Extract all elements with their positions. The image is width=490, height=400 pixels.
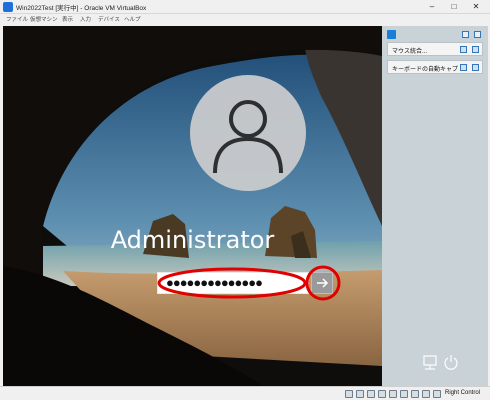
menu-input[interactable]: 入力 xyxy=(80,15,91,23)
close-button[interactable]: ✕ xyxy=(468,0,484,14)
shared-folder-icon[interactable] xyxy=(400,390,408,398)
optical-drive-icon[interactable] xyxy=(356,390,364,398)
mouse-icon xyxy=(460,46,467,53)
maximize-button[interactable]: □ xyxy=(446,0,462,14)
arrow-right-icon xyxy=(317,278,329,288)
system-icons xyxy=(423,355,458,370)
power-icon[interactable] xyxy=(444,355,458,370)
notification-mouse-integration[interactable]: マウス統合... xyxy=(387,42,483,56)
recording-icon[interactable] xyxy=(422,390,430,398)
user-icon xyxy=(213,100,283,174)
network-status-icon[interactable] xyxy=(378,390,386,398)
settings-icon[interactable] xyxy=(462,31,469,38)
info-icon xyxy=(387,30,396,39)
notification-label: キーボードの自動キャプチャー... xyxy=(392,67,458,73)
status-bar: Right Control xyxy=(0,386,490,400)
menu-devices[interactable]: デバイス xyxy=(98,15,120,23)
avatar xyxy=(190,75,306,191)
hdd-icon[interactable] xyxy=(345,390,353,398)
audio-icon[interactable] xyxy=(367,390,375,398)
window-titlebar: Win2022Test [実行中] - Oracle VM VirtualBox… xyxy=(0,0,490,14)
notification-keyboard-capture[interactable]: キーボードの自動キャプチャー... xyxy=(387,60,483,74)
host-key-label: Right Control xyxy=(445,390,481,396)
keyboard-icon xyxy=(460,64,467,71)
dismiss-icon[interactable] xyxy=(472,46,479,53)
display-icon[interactable] xyxy=(411,390,419,398)
minimize-button[interactable]: – xyxy=(424,0,440,14)
password-input[interactable]: ●●●●●●●●●●●●●● xyxy=(157,272,309,294)
menu-bar: ファイル 仮想マシン 表示 入力 デバイス ヘルプ xyxy=(0,14,490,25)
close-panel-icon[interactable] xyxy=(474,31,481,38)
menu-machine[interactable]: 仮想マシン xyxy=(30,15,58,23)
notification-label: マウス統合... xyxy=(392,49,428,55)
virtualbox-icon xyxy=(3,2,13,12)
usb-icon[interactable] xyxy=(389,390,397,398)
menu-view[interactable]: 表示 xyxy=(62,15,73,23)
menu-help[interactable]: ヘルプ xyxy=(124,15,141,23)
notification-panel: マウス統合... キーボードの自動キャプチャー... xyxy=(382,26,488,386)
login-username: Administrator xyxy=(110,226,275,254)
window-title: Win2022Test [実行中] - Oracle VM VirtualBox xyxy=(16,5,147,12)
vm-screen[interactable]: Administrator ●●●●●●●●●●●●●● xyxy=(3,26,382,386)
network-icon[interactable] xyxy=(423,355,437,370)
submit-button[interactable] xyxy=(311,272,333,294)
menu-file[interactable]: ファイル xyxy=(6,15,28,23)
keyboard-status-icon[interactable] xyxy=(433,390,441,398)
dismiss-icon[interactable] xyxy=(472,64,479,71)
